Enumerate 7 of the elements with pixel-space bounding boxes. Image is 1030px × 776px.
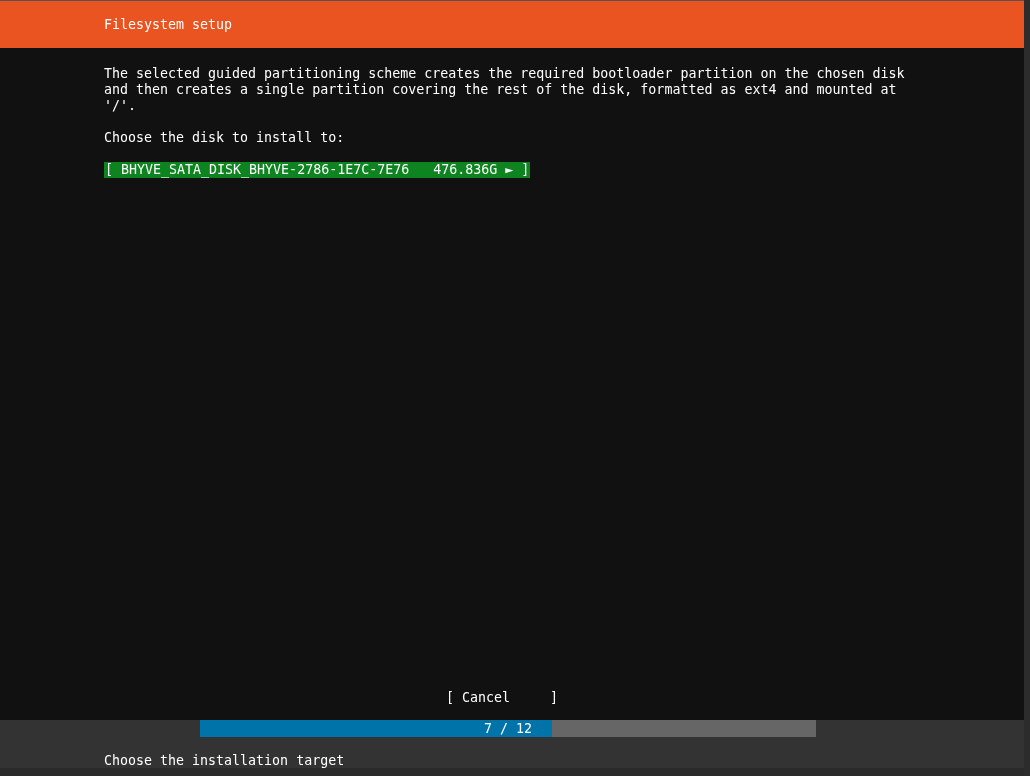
prompt-text: Choose the disk to install to: [104,130,346,146]
description-text: The selected guided partitioning scheme creates the required bootloader partition on the chosen disk and then creates a single partition covering the rest of the disk, formatted as ext4 and mounted at '/'. [104,66,906,114]
cancel-button[interactable]: [ Cancel ] [445,690,559,706]
status-text: Choose the installation target [104,753,345,769]
disk-option[interactable]: [ BHYVE_SATA_DISK_BHYVE-2786-1E7C-7E76 476.836G ► ] [104,162,531,178]
screen-title: Filesystem setup [104,17,233,32]
progress-text: 7 / 12 [482,720,533,737]
